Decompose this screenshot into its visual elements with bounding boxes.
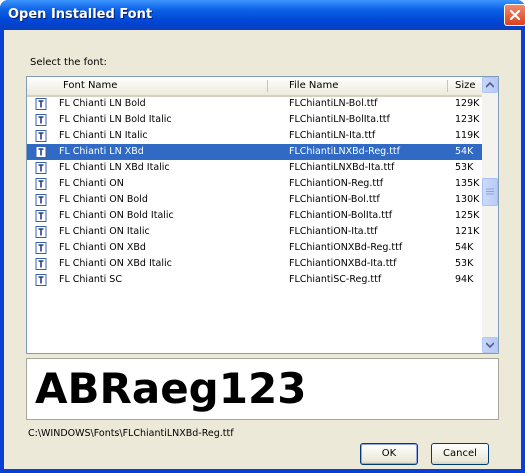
font-name-cell: FL Chianti ON XBd — [59, 242, 146, 253]
file-name-cell: FLChiantiONXBd-Ita.ttf — [289, 258, 397, 269]
file-name-cell: FLChiantiLN-Ita.ttf — [289, 130, 376, 141]
cancel-button[interactable]: Cancel — [431, 443, 489, 465]
font-row[interactable]: FL Chianti LN Italic FLChiantiLN-Ita.ttf 1… — [27, 128, 482, 144]
file-size-cell: 94K — [455, 274, 474, 285]
font-name-cell: FL Chianti ON Bold — [59, 194, 148, 205]
font-file-path: C:\WINDOWS\Fonts\FLChiantiLNXBd-Reg.ttf — [28, 428, 234, 439]
font-row[interactable]: FL Chianti ON Bold FLChiantiON-Bol.ttf 130… — [27, 192, 482, 208]
font-name-cell: FL Chianti ON Bold Italic — [59, 210, 174, 221]
file-size-cell: 121K — [455, 226, 480, 237]
file-name-cell: FLChiantiSC-Reg.ttf — [289, 274, 382, 285]
font-dialog-window: Open Installed Font Select the font: Fon… — [0, 0, 525, 473]
scroll-down-arrow-icon — [486, 342, 494, 348]
list-header: Font Name File Name Size — [27, 77, 482, 97]
font-row[interactable]: FL Chianti ON FLChiantiON-Reg.ttf 135K — [27, 176, 482, 192]
file-name-cell: FLChiantiLNXBd-Ita.ttf — [289, 162, 395, 173]
file-size-cell: 123K — [455, 114, 480, 125]
column-header-file-name[interactable]: File Name — [289, 80, 338, 91]
font-row[interactable]: FL Chianti ON XBd FLChiantiONXBd-Reg.ttf 5… — [27, 240, 482, 256]
font-row[interactable]: FL Chianti LN Bold FLChiantiLN-Bol.ttf 129… — [27, 96, 482, 112]
font-preview-text: ABRaeg123 — [35, 364, 307, 413]
font-name-cell: FL Chianti SC — [59, 274, 122, 285]
font-row[interactable]: FL Chianti ON Italic FLChiantiON-Ita.ttf 1… — [27, 224, 482, 240]
font-row[interactable]: FL Chianti LN XBd Italic FLChiantiLNXBd-I… — [27, 160, 482, 176]
font-file-icon — [35, 258, 47, 270]
font-file-icon — [35, 98, 47, 110]
font-row[interactable]: FL Chianti ON Bold Italic FLChiantiON-Bol… — [27, 208, 482, 224]
font-file-icon — [35, 210, 47, 222]
ok-button[interactable]: OK — [360, 443, 418, 465]
column-header-size[interactable]: Size — [455, 80, 476, 91]
file-size-cell: 54K — [455, 242, 474, 253]
font-name-cell: FL Chianti LN Italic — [59, 130, 148, 141]
file-size-cell: 53K — [455, 162, 474, 173]
scroll-up-arrow-icon — [486, 82, 494, 88]
window-title: Open Installed Font — [8, 7, 153, 22]
font-row[interactable]: FL Chianti LN Bold Italic FLChiantiLN-Bol… — [27, 112, 482, 128]
file-name-cell: FLChiantiLNXBd-Reg.ttf — [289, 146, 401, 157]
font-file-icon — [35, 114, 47, 126]
file-name-cell: FLChiantiONXBd-Reg.ttf — [289, 242, 403, 253]
font-row[interactable]: FL Chianti SC FLChiantiSC-Reg.ttf 94K — [27, 272, 482, 288]
dialog-body: Select the font: Font Name File Name Siz… — [4, 30, 521, 469]
file-name-cell: FLChiantiON-Ita.ttf — [289, 226, 378, 237]
file-size-cell: 53K — [455, 258, 474, 269]
column-divider[interactable] — [267, 80, 268, 92]
font-list[interactable]: Font Name File Name Size FL Chianti LN B… — [26, 76, 499, 354]
font-row[interactable]: FL Chianti LN XBd FLChiantiLNXBd-Reg.ttf 5… — [27, 144, 482, 160]
close-icon — [509, 9, 521, 21]
grip-icon — [486, 188, 494, 195]
font-name-cell: FL Chianti ON — [59, 178, 124, 189]
column-divider[interactable] — [447, 80, 448, 92]
file-name-cell: FLChiantiON-BolIta.ttf — [289, 210, 393, 221]
font-name-cell: FL Chianti LN XBd Italic — [59, 162, 170, 173]
file-size-cell: 135K — [455, 178, 480, 189]
file-name-cell: FLChiantiLN-BolIta.ttf — [289, 114, 390, 125]
scroll-up-button[interactable] — [482, 77, 498, 93]
font-name-cell: FL Chianti ON Italic — [59, 226, 150, 237]
font-name-cell: FL Chianti LN Bold — [59, 98, 146, 109]
file-name-cell: FLChiantiLN-Bol.ttf — [289, 98, 378, 109]
file-name-cell: FLChiantiON-Reg.ttf — [289, 178, 384, 189]
file-size-cell: 54K — [455, 146, 474, 157]
file-size-cell: 129K — [455, 98, 480, 109]
file-name-cell: FLChiantiON-Bol.ttf — [289, 194, 380, 205]
title-bar[interactable]: Open Installed Font — [0, 0, 525, 30]
file-size-cell: 119K — [455, 130, 480, 141]
font-name-cell: FL Chianti LN Bold Italic — [59, 114, 172, 125]
scroll-down-button[interactable] — [482, 337, 498, 353]
column-header-font-name[interactable]: Font Name — [63, 80, 117, 91]
font-file-icon — [35, 274, 47, 286]
select-font-label: Select the font: — [30, 57, 107, 68]
scrollbar-thumb[interactable] — [482, 178, 498, 206]
close-button[interactable] — [504, 4, 525, 26]
font-file-icon — [35, 162, 47, 174]
font-row[interactable]: FL Chianti ON XBd Italic FLChiantiONXBd-I… — [27, 256, 482, 272]
font-file-icon — [35, 130, 47, 142]
font-file-icon — [35, 146, 47, 158]
font-name-cell: FL Chianti ON XBd Italic — [59, 258, 172, 269]
file-size-cell: 125K — [455, 210, 480, 221]
font-name-cell: FL Chianti LN XBd — [59, 146, 144, 157]
file-size-cell: 130K — [455, 194, 480, 205]
font-file-icon — [35, 194, 47, 206]
font-file-icon — [35, 178, 47, 190]
font-file-icon — [35, 226, 47, 238]
font-file-icon — [35, 242, 47, 254]
vertical-scrollbar[interactable] — [482, 77, 498, 353]
font-preview-box: ABRaeg123 — [26, 358, 499, 420]
